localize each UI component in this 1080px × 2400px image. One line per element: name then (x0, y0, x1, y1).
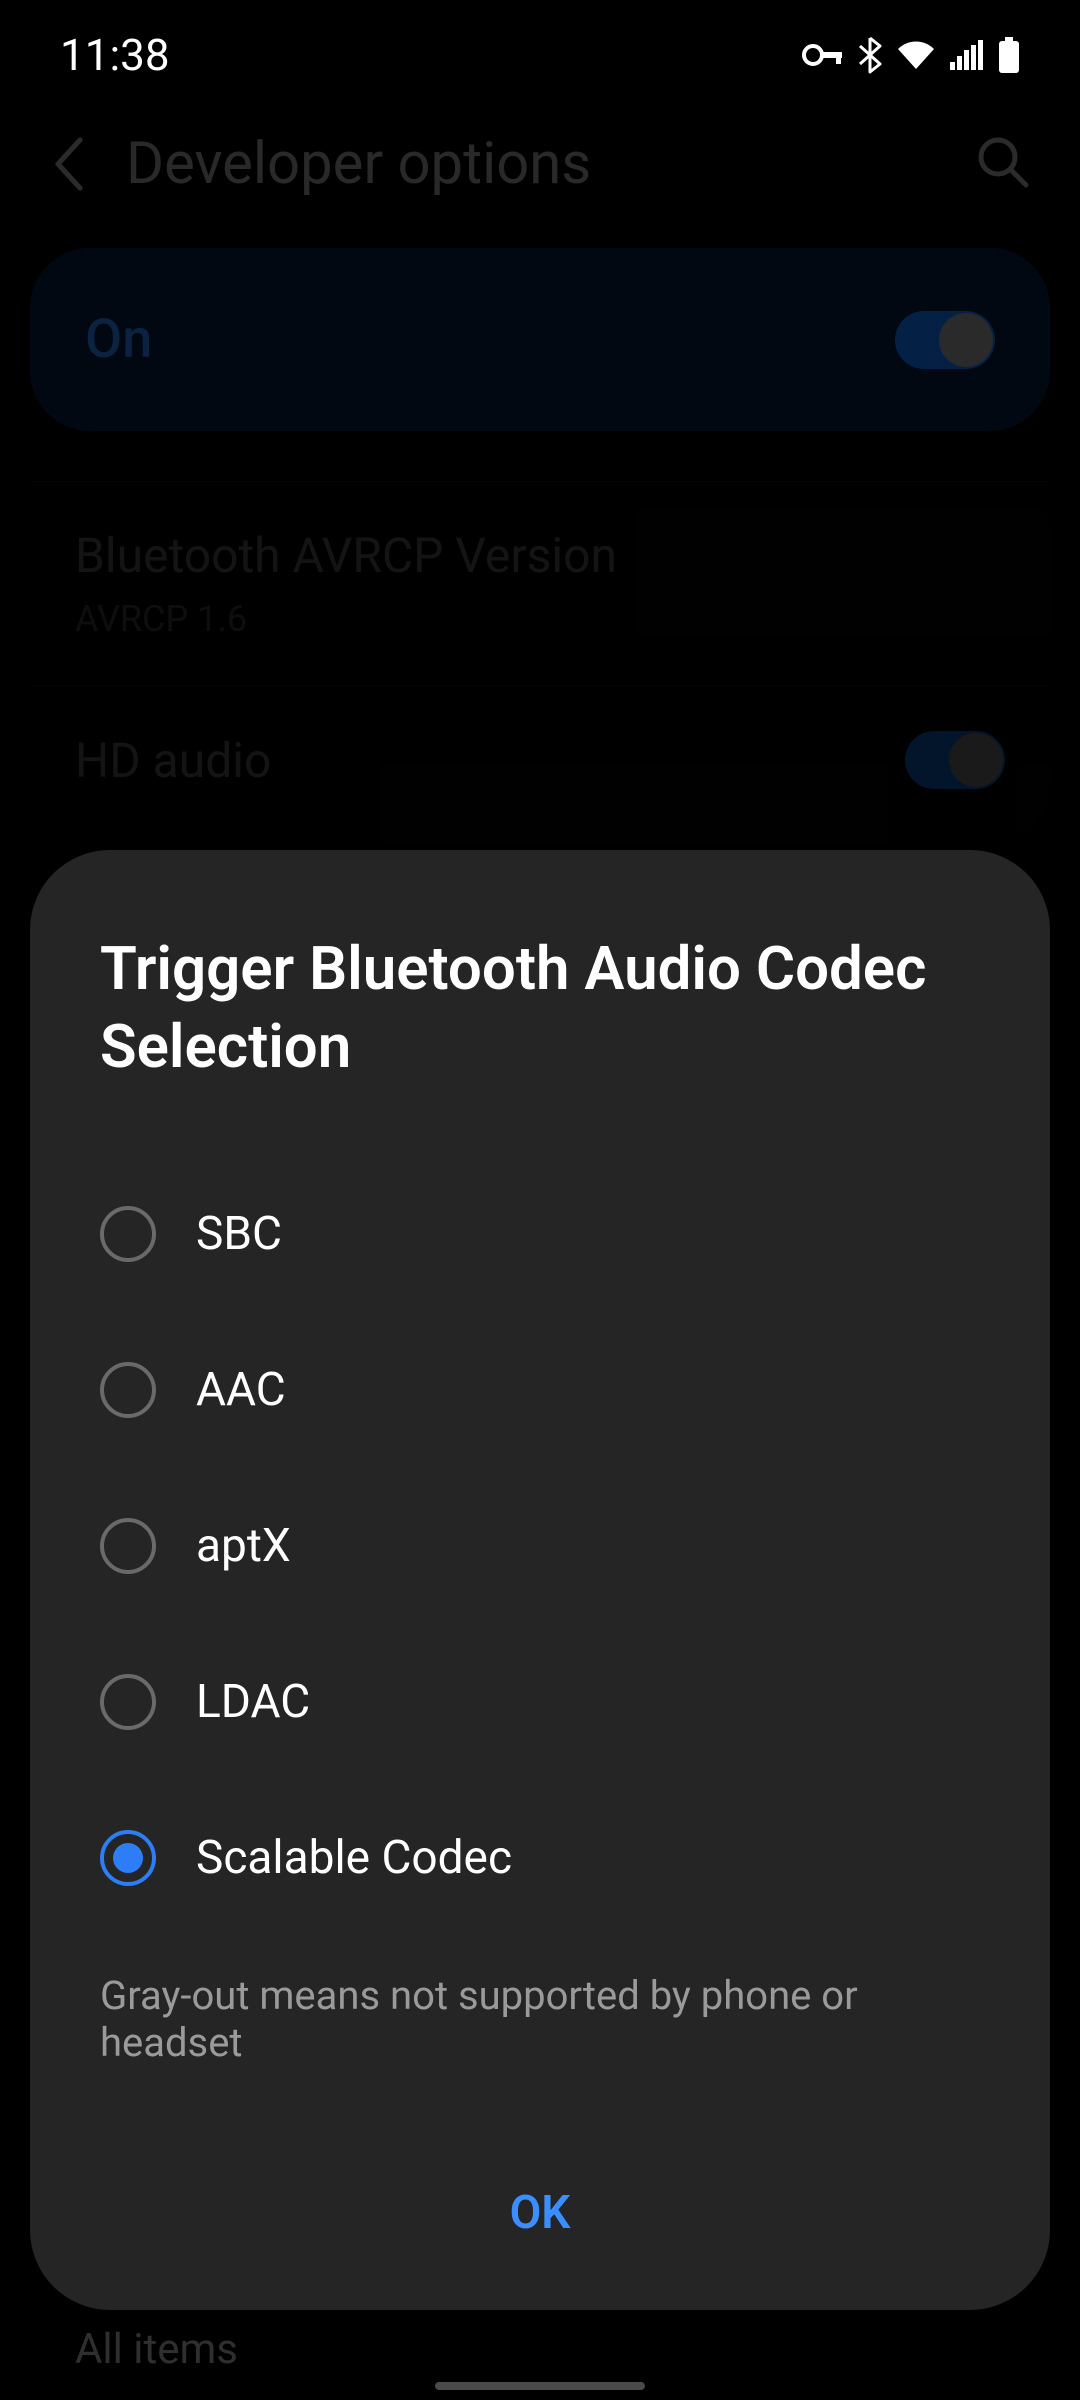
status-icons (802, 36, 1020, 74)
master-toggle-label: On (85, 308, 152, 371)
dialog-title: Trigger Bluetooth Audio Codec Selection (100, 930, 980, 1086)
status-time: 11:38 (60, 29, 170, 81)
wifi-icon (896, 39, 936, 71)
back-button[interactable] (50, 136, 86, 192)
radio-icon (100, 1362, 156, 1418)
radio-option[interactable]: aptX (100, 1468, 980, 1624)
search-button[interactable] (976, 135, 1030, 193)
page-title: Developer options (126, 130, 946, 198)
vpn-key-icon (802, 40, 844, 70)
setting-title: HD audio (75, 732, 271, 789)
radio-label: aptX (196, 1519, 291, 1573)
dialog-note: Gray-out means not supported by phone or… (100, 1972, 980, 2066)
ok-button[interactable]: OK (100, 2146, 980, 2250)
radio-icon (100, 1674, 156, 1730)
nav-bar-indicator (435, 2382, 645, 2390)
radio-label: SBC (196, 1207, 282, 1261)
signal-icon (950, 40, 984, 70)
setting-hd-audio[interactable]: HD audio (30, 686, 1050, 834)
bluetooth-icon (858, 36, 882, 74)
radio-label: Scalable Codec (196, 1831, 512, 1885)
developer-options-master-toggle[interactable]: On (30, 248, 1050, 431)
codec-selection-dialog: Trigger Bluetooth Audio Codec Selection … (30, 850, 1050, 2310)
radio-option[interactable]: LDAC (100, 1624, 980, 1780)
status-bar: 11:38 (0, 0, 1080, 100)
radio-option[interactable]: Scalable Codec (100, 1780, 980, 1936)
battery-icon (998, 37, 1020, 73)
setting-subtitle: AVRCP 1.6 (75, 598, 1005, 640)
list-item: All items (75, 2325, 238, 2374)
setting-title: Bluetooth AVRCP Version (75, 527, 1005, 584)
radio-label: AAC (196, 1363, 286, 1417)
radio-icon (100, 1830, 156, 1886)
radio-icon (100, 1518, 156, 1574)
radio-group: SBC AAC aptX LDAC Scalable Codec (100, 1156, 980, 1952)
toggle-switch-icon (895, 311, 995, 369)
radio-icon (100, 1206, 156, 1262)
radio-option[interactable]: AAC (100, 1312, 980, 1468)
setting-avrcp-version[interactable]: Bluetooth AVRCP Version AVRCP 1.6 (30, 482, 1050, 685)
settings-list: Bluetooth AVRCP Version AVRCP 1.6 HD aud… (30, 471, 1050, 844)
app-bar: Developer options (0, 100, 1080, 248)
radio-option[interactable]: SBC (100, 1156, 980, 1312)
radio-label: LDAC (196, 1675, 310, 1729)
toggle-switch-icon (905, 731, 1005, 789)
